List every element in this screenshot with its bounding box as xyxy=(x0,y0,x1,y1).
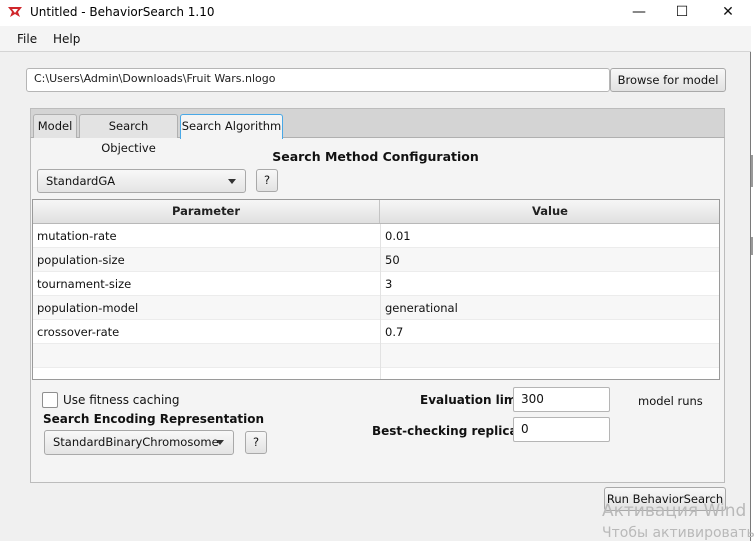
app-window: Untitled - BehaviorSearch 1.10 — ☐ ✕ Fil… xyxy=(0,0,754,541)
model-path-field[interactable]: C:\Users\Admin\Downloads\Fruit Wars.nlog… xyxy=(26,68,610,92)
table-row xyxy=(33,368,719,379)
parameter-cell: mutation-rate xyxy=(33,224,381,248)
encoding-value: StandardBinaryChromosome xyxy=(53,435,219,449)
background-window-edge xyxy=(751,237,753,255)
window-title: Untitled - BehaviorSearch 1.10 xyxy=(30,5,215,19)
column-header-value[interactable]: Value xyxy=(381,200,719,223)
activation-watermark-title: Активация Wind xyxy=(602,501,747,521)
browse-model-button[interactable]: Browse for model xyxy=(610,68,726,92)
chevron-down-icon xyxy=(216,440,224,445)
search-method-value: StandardGA xyxy=(46,174,116,188)
table-header: Parameter Value xyxy=(33,200,719,224)
parameter-cell: population-model xyxy=(33,296,381,320)
table-row[interactable]: population-model generational xyxy=(33,296,719,320)
encoding-help-button[interactable]: ? xyxy=(245,431,267,454)
table-row xyxy=(33,344,719,368)
minimize-icon[interactable]: — xyxy=(616,0,662,26)
column-header-parameter[interactable]: Parameter xyxy=(33,200,380,223)
encoding-select[interactable]: StandardBinaryChromosome xyxy=(44,430,234,455)
parameter-cell xyxy=(33,368,381,379)
value-cell[interactable]: 0.7 xyxy=(381,320,719,344)
evaluation-limit-field[interactable]: 300 xyxy=(513,387,610,412)
fitness-caching-checkbox[interactable] xyxy=(42,392,58,408)
value-cell[interactable]: 0.01 xyxy=(381,224,719,248)
value-cell[interactable]: 3 xyxy=(381,272,719,296)
tab-search-objective[interactable]: Search Objective xyxy=(79,114,178,155)
search-method-help-button[interactable]: ? xyxy=(256,169,278,192)
menu-bar: File Help xyxy=(0,26,751,52)
parameter-cell xyxy=(33,344,381,368)
replicates-field[interactable]: 0 xyxy=(513,417,610,442)
parameter-cell: population-size xyxy=(33,248,381,272)
menu-file[interactable]: File xyxy=(17,32,37,46)
behaviorsearch-app-icon xyxy=(8,7,22,17)
close-icon[interactable]: ✕ xyxy=(705,0,751,26)
value-cell xyxy=(381,368,719,379)
parameter-cell: crossover-rate xyxy=(33,320,381,344)
menu-help[interactable]: Help xyxy=(53,32,80,46)
parameter-table[interactable]: Parameter Value mutation-rate 0.01 popul… xyxy=(32,199,720,380)
table-row[interactable]: crossover-rate 0.7 xyxy=(33,320,719,344)
parameter-cell: tournament-size xyxy=(33,272,381,296)
title-bar: Untitled - BehaviorSearch 1.10 — ☐ ✕ xyxy=(0,0,751,26)
table-row[interactable]: mutation-rate 0.01 xyxy=(33,224,719,248)
encoding-title: Search Encoding Representation xyxy=(43,412,265,426)
fitness-caching-label: Use fitness caching xyxy=(63,393,180,407)
background-window-edge xyxy=(751,155,753,187)
tab-search-algorithm[interactable]: Search Algorithm xyxy=(180,114,283,139)
chevron-down-icon xyxy=(228,179,236,184)
tab-model[interactable]: Model xyxy=(33,114,77,138)
maximize-icon[interactable]: ☐ xyxy=(659,0,705,26)
value-cell[interactable]: generational xyxy=(381,296,719,320)
activation-watermark-text: Чтобы активировать xyxy=(602,525,754,541)
evaluation-limit-units: model runs xyxy=(638,394,703,408)
value-cell[interactable]: 50 xyxy=(381,248,719,272)
table-row[interactable]: population-size 50 xyxy=(33,248,719,272)
search-method-select[interactable]: StandardGA xyxy=(37,169,246,193)
table-row[interactable]: tournament-size 3 xyxy=(33,272,719,296)
value-cell xyxy=(381,344,719,368)
search-method-title: Search Method Configuration xyxy=(272,149,479,164)
